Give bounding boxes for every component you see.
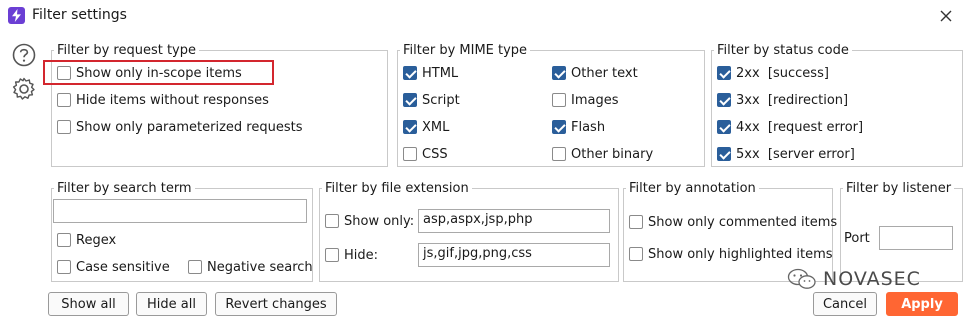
checkbox-box[interactable] (403, 120, 417, 134)
checkbox-box[interactable] (552, 93, 566, 107)
regex-checkbox[interactable]: Regex (57, 230, 116, 250)
status-5xx-label: 5xx [server error] (736, 146, 855, 162)
mime-script-checkbox[interactable]: Script (403, 90, 460, 110)
checkbox-box[interactable] (717, 120, 731, 134)
annotation-highlight-box (43, 60, 274, 85)
annotation-legend: Filter by annotation (629, 181, 756, 196)
checkbox-box[interactable] (57, 260, 71, 274)
commented-items-checkbox[interactable]: Show only commented items (629, 212, 837, 232)
mime-html-checkbox[interactable]: HTML (403, 63, 458, 83)
mime-xml-label: XML (422, 119, 450, 135)
mime-other-text-checkbox[interactable]: Other text (552, 63, 638, 83)
watermark-text: NOVASEC (823, 268, 921, 290)
checkbox-box[interactable] (717, 66, 731, 80)
hide-extension-checkbox[interactable]: Hide: (325, 245, 378, 265)
status-4xx-checkbox[interactable]: 4xx [request error] (717, 117, 863, 137)
checkbox-box[interactable] (552, 66, 566, 80)
window-title: Filter settings (32, 7, 127, 23)
hide-without-responses-label: Hide items without responses (76, 92, 269, 108)
port-input[interactable] (879, 226, 953, 250)
mime-css-label: CSS (422, 146, 448, 162)
case-sensitive-checkbox[interactable]: Case sensitive (57, 257, 170, 277)
parameterized-label: Show only parameterized requests (76, 119, 303, 135)
apply-button[interactable]: Apply (886, 292, 958, 316)
checkbox-box[interactable] (57, 93, 71, 107)
checkbox-box[interactable] (552, 147, 566, 161)
checkbox-box[interactable] (717, 147, 731, 161)
case-sensitive-label: Case sensitive (76, 259, 170, 275)
hide-extension-label: Hide: (344, 247, 379, 263)
show-only-extension-label: Show only: (344, 213, 415, 229)
checkbox-box[interactable] (403, 147, 417, 161)
gear-icon[interactable] (11, 76, 37, 102)
title-bar: Filter settings (0, 0, 968, 32)
search-term-input[interactable] (53, 199, 307, 223)
show-only-extension-checkbox[interactable]: Show only: (325, 211, 414, 231)
highlighted-items-checkbox[interactable]: Show only highlighted items (629, 244, 833, 264)
watermark: NOVASEC (787, 268, 921, 290)
checkbox-box[interactable] (629, 215, 643, 229)
status-2xx-checkbox[interactable]: 2xx [success] (717, 63, 829, 83)
status-code-legend: Filter by status code (717, 43, 849, 58)
status-3xx-label: 3xx [redirection] (736, 92, 849, 108)
mime-other-text-label: Other text (571, 65, 638, 81)
wechat-icon (787, 268, 816, 289)
commented-items-label: Show only commented items (648, 214, 838, 230)
port-label: Port (844, 230, 870, 246)
mime-images-label: Images (571, 92, 619, 108)
negative-search-label: Negative search (207, 259, 313, 275)
app-lightning-icon (8, 7, 25, 24)
checkbox-box[interactable] (57, 233, 71, 247)
mime-script-label: Script (422, 92, 460, 108)
negative-search-checkbox[interactable]: Negative search (188, 257, 313, 277)
parameterized-checkbox[interactable]: Show only parameterized requests (57, 117, 302, 137)
mime-flash-checkbox[interactable]: Flash (552, 117, 605, 137)
file-extension-legend: Filter by file extension (325, 181, 469, 196)
status-4xx-label: 4xx [request error] (736, 119, 864, 135)
checkbox-box[interactable] (403, 93, 417, 107)
status-5xx-checkbox[interactable]: 5xx [server error] (717, 144, 855, 164)
close-icon[interactable] (934, 4, 958, 28)
regex-label: Regex (76, 232, 117, 248)
hide-extension-input[interactable]: js,gif,jpg,png,css (418, 243, 610, 267)
help-icon[interactable] (11, 42, 37, 68)
hide-without-responses-checkbox[interactable]: Hide items without responses (57, 90, 269, 110)
mime-css-checkbox[interactable]: CSS (403, 144, 448, 164)
status-2xx-label: 2xx [success] (736, 65, 829, 81)
checkbox-box[interactable] (57, 120, 71, 134)
checkbox-box[interactable] (325, 248, 339, 262)
status-3xx-checkbox[interactable]: 3xx [redirection] (717, 90, 848, 110)
revert-changes-button[interactable]: Revert changes (215, 292, 337, 316)
mime-other-binary-checkbox[interactable]: Other binary (552, 144, 653, 164)
checkbox-box[interactable] (325, 214, 339, 228)
mime-html-label: HTML (422, 65, 459, 81)
checkbox-box[interactable] (717, 93, 731, 107)
cancel-button[interactable]: Cancel (813, 292, 877, 316)
checkbox-box[interactable] (552, 120, 566, 134)
mime-type-legend: Filter by MIME type (403, 43, 528, 58)
mime-other-binary-label: Other binary (571, 146, 654, 162)
mime-images-checkbox[interactable]: Images (552, 90, 619, 110)
request-type-legend: Filter by request type (57, 43, 196, 58)
show-all-button[interactable]: Show all (48, 292, 129, 316)
listener-legend: Filter by listener (846, 181, 952, 196)
checkbox-box[interactable] (188, 260, 202, 274)
checkbox-box[interactable] (403, 66, 417, 80)
mime-xml-checkbox[interactable]: XML (403, 117, 449, 137)
hide-all-button[interactable]: Hide all (136, 292, 207, 316)
checkbox-box[interactable] (629, 247, 643, 261)
mime-flash-label: Flash (571, 119, 606, 135)
search-term-legend: Filter by search term (57, 181, 192, 196)
highlighted-items-label: Show only highlighted items (648, 246, 833, 262)
show-only-extension-input[interactable]: asp,aspx,jsp,php (418, 209, 610, 233)
